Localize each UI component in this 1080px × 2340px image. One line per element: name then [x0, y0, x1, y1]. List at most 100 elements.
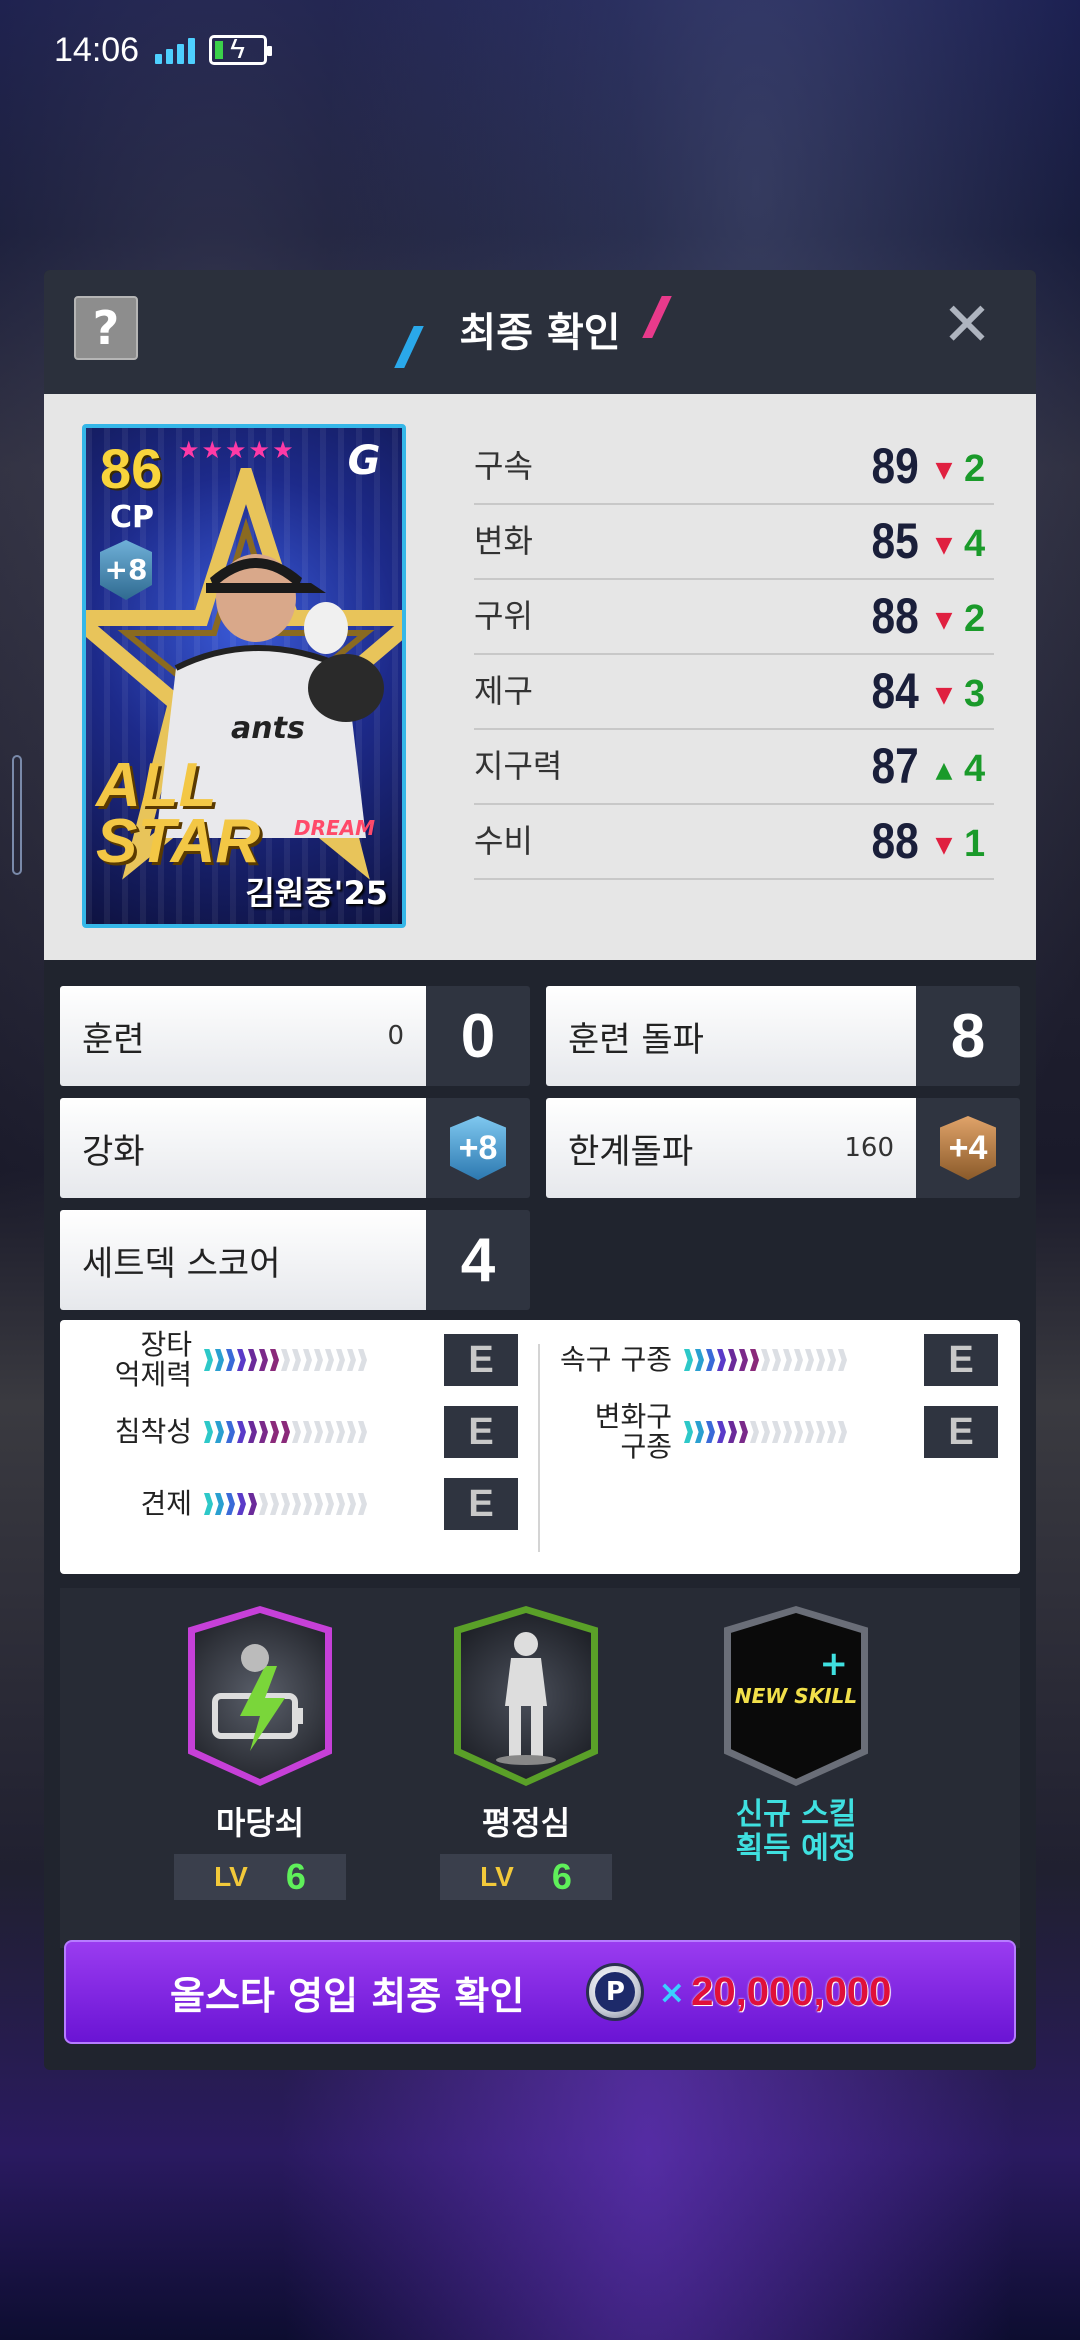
- rating-chevron: [827, 1349, 836, 1371]
- stat-delta: 4: [964, 748, 986, 790]
- rating-chevron: [204, 1493, 213, 1515]
- rating-chevron: [805, 1349, 814, 1371]
- rating-chevron: [226, 1493, 235, 1515]
- rating-chevron: [237, 1349, 246, 1371]
- training-box: 훈련 0 0: [60, 986, 530, 1086]
- rating-label: 침착성: [114, 1415, 192, 1448]
- arrow-down-icon: ▼: [935, 458, 953, 483]
- skill-icon-frame: [454, 1606, 598, 1786]
- skill-icon-frame: [188, 1606, 332, 1786]
- rating-chevron: [783, 1421, 792, 1443]
- stat-label: 구속: [474, 447, 533, 485]
- stat-row: 제구 84 ▼ 3: [474, 655, 994, 730]
- rating-chevron: [237, 1493, 246, 1515]
- card-overall: 86: [100, 437, 163, 500]
- rating-chevron: [215, 1493, 224, 1515]
- side-handle[interactable]: [12, 755, 22, 875]
- rating-chevron: [314, 1349, 323, 1371]
- stat-value: 85: [871, 513, 919, 569]
- rating-chevron: [739, 1349, 748, 1371]
- confirm-label: 올스타 영입 최종 확인: [170, 1973, 525, 2018]
- limit-break-label: 한계돌파: [568, 1131, 694, 1172]
- rating-chevron: [325, 1349, 334, 1371]
- rating-chevron: [215, 1421, 224, 1443]
- dialog-title: 최종 확인: [459, 310, 621, 356]
- multiply-sign: ×: [658, 1973, 686, 2011]
- skill-level: LV 6: [174, 1854, 346, 1900]
- enhance-badge-icon: +8: [450, 1116, 506, 1180]
- rating-label: 속구 구종: [560, 1343, 672, 1376]
- training-value: 0: [426, 986, 530, 1086]
- rating-row: 침착성 E: [70, 1404, 518, 1460]
- rating-chevron: [314, 1493, 323, 1515]
- arrow-down-icon: ▼: [935, 608, 953, 633]
- rating-chevron: [226, 1421, 235, 1443]
- stat-delta: 3: [964, 673, 986, 715]
- rating-chevron: [292, 1493, 301, 1515]
- skill-slot-1[interactable]: 마당쇠 LV 6: [160, 1606, 360, 1900]
- final-confirm-dialog: ? 최종 확인 ✕ ants 86 CP +8 ★★★★★ G ALL STAR…: [44, 270, 1036, 2070]
- final-confirm-button[interactable]: 올스타 영입 최종 확인 P × 20,000,000: [64, 1940, 1016, 2044]
- rating-chevron: [303, 1421, 312, 1443]
- rating-chevron: [695, 1421, 704, 1443]
- rating-chevron: [695, 1349, 704, 1371]
- stat-value: 88: [871, 588, 919, 644]
- point-coin-icon: P: [586, 1963, 645, 2021]
- dialog-header: ? 최종 확인 ✕: [44, 270, 1036, 394]
- rating-chevron: [750, 1421, 759, 1443]
- rating-grade: E: [924, 1334, 998, 1386]
- stat-delta: 4: [964, 523, 986, 565]
- stat-label: 구위: [474, 597, 533, 635]
- rating-chevron: [270, 1349, 279, 1371]
- player-card[interactable]: ants 86 CP +8 ★★★★★ G ALL STAR DREAM 김원중…: [82, 424, 406, 928]
- stat-value: 88: [871, 813, 919, 869]
- arrow-down-icon: ▼: [935, 533, 953, 558]
- rating-bar: [684, 1420, 884, 1444]
- stat-value: 84: [871, 663, 919, 719]
- rating-chevron: [248, 1493, 257, 1515]
- rating-chevron: [750, 1349, 759, 1371]
- confirm-cost: 20,000,000: [691, 1969, 892, 2014]
- pitcher-figure-icon: [461, 1613, 591, 1779]
- rating-chevron: [248, 1349, 257, 1371]
- stat-value: 89: [871, 438, 919, 494]
- training-label: 훈련: [82, 1019, 145, 1060]
- stat-label: 제구: [474, 672, 533, 710]
- stat-label: 수비: [474, 822, 533, 860]
- card-position: CP: [110, 500, 155, 535]
- stat-row: 변화 85 ▼ 4: [474, 505, 994, 580]
- skills-panel: 마당쇠 LV 6 평정심 LV 6 NEW SKILL + 신규 스킬 획득 예정: [60, 1588, 1020, 1948]
- rating-row: 장타 억제력 E: [70, 1330, 518, 1390]
- rating-chevron: [706, 1349, 715, 1371]
- close-button[interactable]: ✕: [932, 290, 1002, 360]
- rating-chevron: [838, 1421, 847, 1443]
- rating-chevron: [717, 1421, 726, 1443]
- rating-bar: [204, 1420, 404, 1444]
- new-skill-label: 신규 스킬 획득 예정: [735, 1797, 857, 1866]
- rating-chevron: [336, 1493, 345, 1515]
- stat-list: 구속 89 ▼ 2 변화 85 ▼ 4 구위 88 ▼ 2 제구 84 ▼ 3 지구력 87 ▲ 4 수비 88 ▼ 1: [474, 430, 994, 880]
- rating-chevron: [281, 1349, 290, 1371]
- rating-chevron: [303, 1349, 312, 1371]
- rating-chevron: [728, 1421, 737, 1443]
- rating-bar: [684, 1348, 884, 1372]
- rating-chevron: [270, 1421, 279, 1443]
- skill-slot-new[interactable]: NEW SKILL + 신규 스킬 획득 예정: [696, 1606, 896, 1866]
- stat-label: 지구력: [474, 747, 563, 785]
- rating-chevron: [259, 1349, 268, 1371]
- stat-row: 지구력 87 ▲ 4: [474, 730, 994, 805]
- rating-chevron: [204, 1349, 213, 1371]
- stat-delta: 2: [964, 598, 986, 640]
- rating-chevron: [292, 1421, 301, 1443]
- rating-chevron: [761, 1349, 770, 1371]
- rating-chevron: [325, 1421, 334, 1443]
- rating-chevron: [347, 1421, 356, 1443]
- rating-chevron: [292, 1349, 301, 1371]
- setdeck-box: 세트덱 스코어 4: [60, 1210, 530, 1310]
- skill-slot-2[interactable]: 평정심 LV 6: [426, 1606, 626, 1900]
- training-break-label: 훈련 돌파: [568, 1019, 704, 1060]
- training-break-box: 훈련 돌파 8: [546, 986, 1020, 1086]
- rating-chevron: [259, 1493, 268, 1515]
- rating-chevron: [783, 1349, 792, 1371]
- plus-icon: +: [819, 1644, 849, 1684]
